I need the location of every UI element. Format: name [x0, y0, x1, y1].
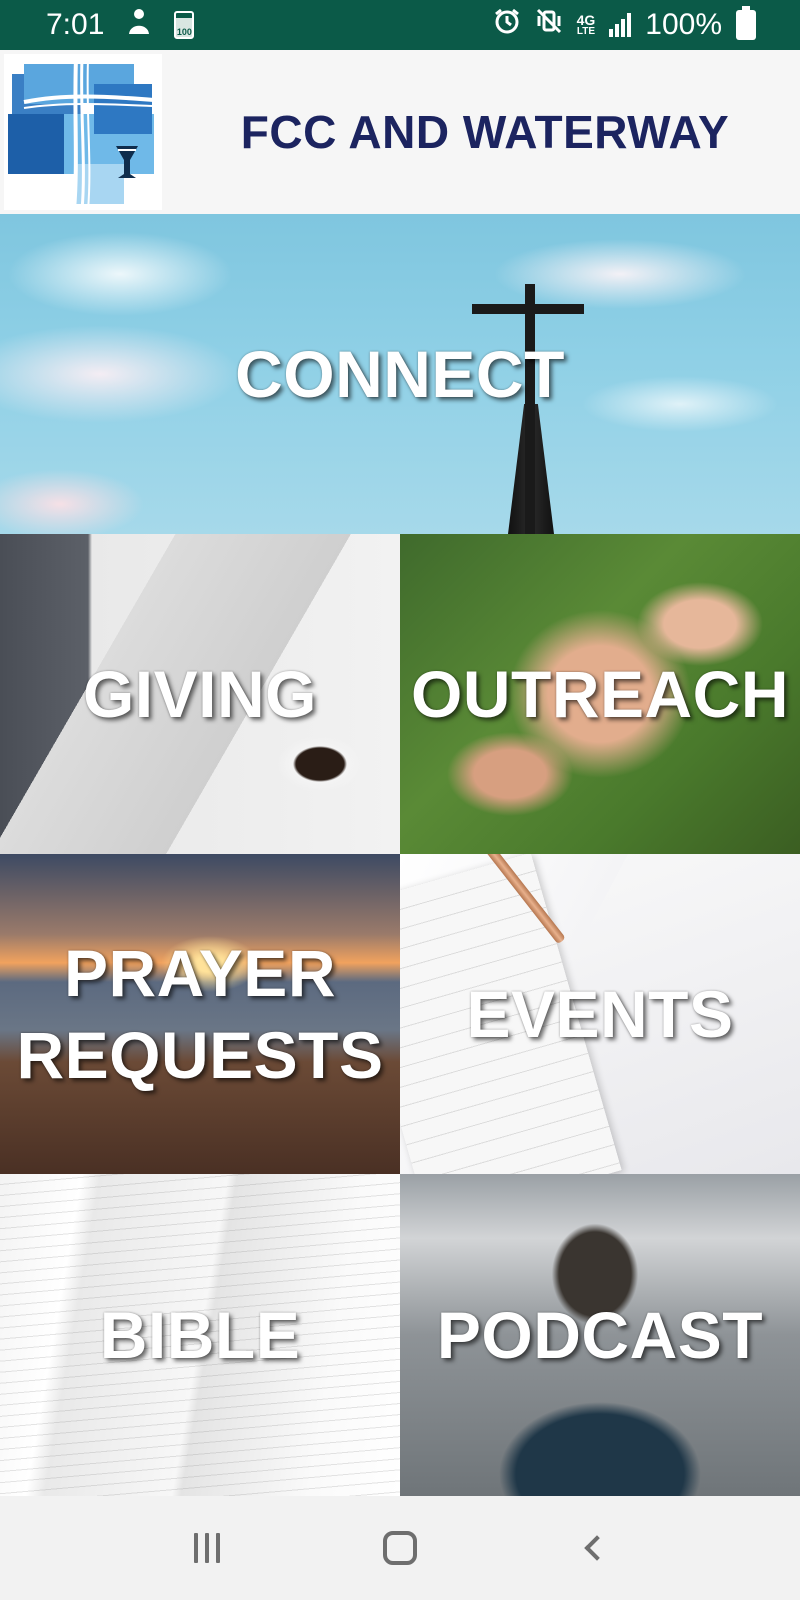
prayer-requests-tile[interactable]: PRAYER REQUESTS	[0, 854, 400, 1174]
back-button[interactable]	[553, 1518, 633, 1578]
prayer-label-line2: REQUESTS	[16, 1018, 384, 1092]
church-logo	[4, 54, 162, 210]
prayer-requests-label: PRAYER REQUESTS	[16, 932, 383, 1097]
battery-saver-icon: 100	[174, 11, 195, 39]
connect-tile[interactable]: CONNECT	[0, 214, 800, 534]
person-icon	[126, 7, 152, 43]
prayer-label-line1: PRAYER	[63, 935, 336, 1010]
outreach-label: OUTREACH	[411, 656, 789, 731]
giving-tile[interactable]: GIVING	[0, 534, 400, 854]
events-label: EVENTS	[466, 976, 734, 1051]
network-sub-label: LTE	[576, 26, 595, 37]
home-icon	[382, 1531, 417, 1565]
giving-label: GIVING	[82, 656, 318, 731]
recents-icon	[193, 1533, 220, 1563]
navigation-bar	[0, 1496, 800, 1600]
podcast-tile[interactable]: PODCAST	[400, 1174, 800, 1496]
status-bar: 7:01 100 4G LTE 100%	[0, 0, 800, 50]
connect-label: CONNECT	[235, 336, 565, 411]
app-title: FCC AND WATERWAY	[240, 106, 730, 158]
outreach-tile[interactable]: OUTREACH	[400, 534, 800, 854]
recents-button[interactable]	[167, 1518, 247, 1578]
vibrate-mute-icon	[535, 7, 563, 43]
status-right: 4G LTE 100%	[493, 6, 756, 43]
podcast-label: PODCAST	[436, 1297, 764, 1372]
back-icon	[584, 1535, 611, 1561]
battery-icon	[736, 6, 756, 40]
events-tile[interactable]: EVENTS	[400, 854, 800, 1174]
bible-label: BIBLE	[99, 1297, 301, 1372]
status-time: 7:01	[46, 8, 105, 41]
home-button[interactable]	[360, 1518, 440, 1578]
signal-icon	[609, 13, 632, 37]
small-battery-label: 100	[176, 27, 192, 37]
status-left: 7:01 100	[46, 7, 195, 43]
bible-tile[interactable]: BIBLE	[0, 1174, 400, 1496]
app-header: FCC AND WATERWAY	[0, 50, 800, 214]
cross-bar	[472, 304, 584, 314]
network-label: 4G	[576, 12, 596, 28]
battery-percent: 100%	[645, 8, 722, 41]
alarm-icon	[493, 7, 521, 43]
lte-icon: 4G LTE	[577, 13, 596, 37]
